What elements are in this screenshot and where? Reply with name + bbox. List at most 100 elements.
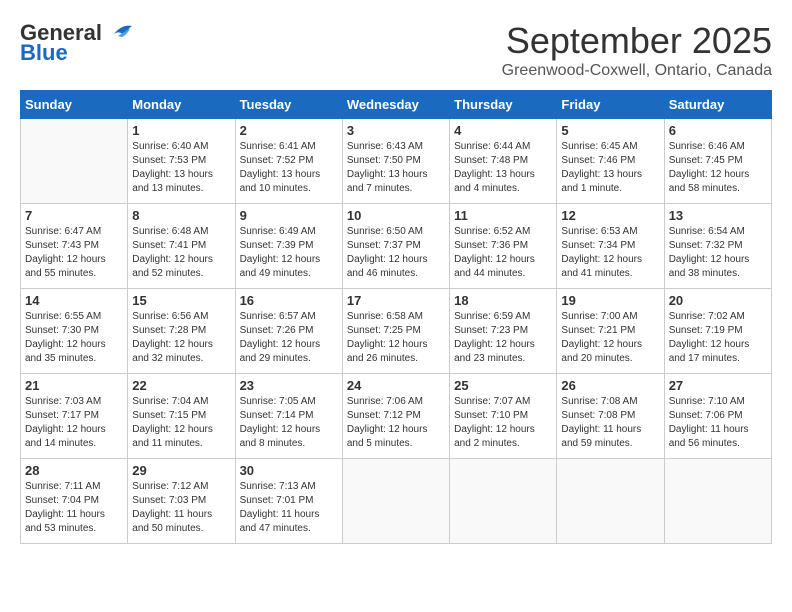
calendar-cell: 28 Sunrise: 7:11 AM Sunset: 7:04 PM Dayli… <box>21 459 128 544</box>
day-info: Sunrise: 7:08 AM Sunset: 7:08 PM Dayligh… <box>561 395 659 451</box>
day-info: Sunrise: 7:02 AM Sunset: 7:19 PM Dayligh… <box>669 310 767 366</box>
calendar-cell: 4 Sunrise: 6:44 AM Sunset: 7:48 PM Daylig… <box>450 119 557 204</box>
day-number: 5 <box>561 123 659 138</box>
day-number: 4 <box>454 123 552 138</box>
day-number: 28 <box>25 463 123 478</box>
weekday-header-saturday: Saturday <box>664 91 771 119</box>
day-info: Sunrise: 6:55 AM Sunset: 7:30 PM Dayligh… <box>25 310 123 366</box>
day-info: Sunrise: 6:52 AM Sunset: 7:36 PM Dayligh… <box>454 225 552 281</box>
day-info: Sunrise: 7:05 AM Sunset: 7:14 PM Dayligh… <box>240 395 338 451</box>
day-number: 22 <box>132 378 230 393</box>
day-number: 11 <box>454 208 552 223</box>
day-number: 10 <box>347 208 445 223</box>
calendar-cell: 7 Sunrise: 6:47 AM Sunset: 7:43 PM Daylig… <box>21 204 128 289</box>
calendar-cell: 21 Sunrise: 7:03 AM Sunset: 7:17 PM Dayli… <box>21 374 128 459</box>
calendar-cell: 11 Sunrise: 6:52 AM Sunset: 7:36 PM Dayli… <box>450 204 557 289</box>
week-row-4: 28 Sunrise: 7:11 AM Sunset: 7:04 PM Dayli… <box>21 459 772 544</box>
calendar-cell: 22 Sunrise: 7:04 AM Sunset: 7:15 PM Dayli… <box>128 374 235 459</box>
day-number: 12 <box>561 208 659 223</box>
day-info: Sunrise: 7:13 AM Sunset: 7:01 PM Dayligh… <box>240 480 338 536</box>
day-number: 18 <box>454 293 552 308</box>
day-info: Sunrise: 6:53 AM Sunset: 7:34 PM Dayligh… <box>561 225 659 281</box>
day-number: 16 <box>240 293 338 308</box>
week-row-3: 21 Sunrise: 7:03 AM Sunset: 7:17 PM Dayli… <box>21 374 772 459</box>
day-info: Sunrise: 6:50 AM Sunset: 7:37 PM Dayligh… <box>347 225 445 281</box>
calendar-table: SundayMondayTuesdayWednesdayThursdayFrid… <box>20 90 772 544</box>
weekday-header-wednesday: Wednesday <box>342 91 449 119</box>
calendar-cell: 13Sunrise: 6:54 AM Sunset: 7:32 PM Dayli… <box>664 204 771 289</box>
day-info: Sunrise: 6:48 AM Sunset: 7:41 PM Dayligh… <box>132 225 230 281</box>
day-info: Sunrise: 7:07 AM Sunset: 7:10 PM Dayligh… <box>454 395 552 451</box>
day-info: Sunrise: 6:57 AM Sunset: 7:26 PM Dayligh… <box>240 310 338 366</box>
calendar-cell: 9Sunrise: 6:49 AM Sunset: 7:39 PM Daylig… <box>235 204 342 289</box>
calendar-cell <box>664 459 771 544</box>
day-number: 17 <box>347 293 445 308</box>
calendar-cell: 20 Sunrise: 7:02 AM Sunset: 7:19 PM Dayli… <box>664 289 771 374</box>
logo: General Blue <box>20 20 136 66</box>
day-info: Sunrise: 7:06 AM Sunset: 7:12 PM Dayligh… <box>347 395 445 451</box>
calendar-cell: 19 Sunrise: 7:00 AM Sunset: 7:21 PM Dayli… <box>557 289 664 374</box>
day-number: 20 <box>669 293 767 308</box>
day-info: Sunrise: 6:49 AM Sunset: 7:39 PM Dayligh… <box>240 225 338 281</box>
calendar-cell: 8Sunrise: 6:48 AM Sunset: 7:41 PM Daylig… <box>128 204 235 289</box>
day-number: 26 <box>561 378 659 393</box>
weekday-header-monday: Monday <box>128 91 235 119</box>
day-info: Sunrise: 6:47 AM Sunset: 7:43 PM Dayligh… <box>25 225 123 281</box>
day-info: Sunrise: 7:10 AM Sunset: 7:06 PM Dayligh… <box>669 395 767 451</box>
calendar-cell: 10 Sunrise: 6:50 AM Sunset: 7:37 PM Dayli… <box>342 204 449 289</box>
day-info: Sunrise: 6:44 AM Sunset: 7:48 PM Dayligh… <box>454 140 552 196</box>
calendar-cell: 27 Sunrise: 7:10 AM Sunset: 7:06 PM Dayli… <box>664 374 771 459</box>
weekday-header-sunday: Sunday <box>21 91 128 119</box>
day-info: Sunrise: 7:12 AM Sunset: 7:03 PM Dayligh… <box>132 480 230 536</box>
day-number: 29 <box>132 463 230 478</box>
calendar-cell: 24Sunrise: 7:06 AM Sunset: 7:12 PM Dayli… <box>342 374 449 459</box>
calendar-cell <box>450 459 557 544</box>
day-number: 2 <box>240 123 338 138</box>
day-info: Sunrise: 6:58 AM Sunset: 7:25 PM Dayligh… <box>347 310 445 366</box>
day-number: 6 <box>669 123 767 138</box>
calendar-cell: 14 Sunrise: 6:55 AM Sunset: 7:30 PM Dayli… <box>21 289 128 374</box>
month-title: September 2025 <box>502 20 772 62</box>
weekday-header-friday: Friday <box>557 91 664 119</box>
day-number: 21 <box>25 378 123 393</box>
week-row-0: 1 Sunrise: 6:40 AM Sunset: 7:53 PM Daylig… <box>21 119 772 204</box>
calendar-cell: 18 Sunrise: 6:59 AM Sunset: 7:23 PM Dayli… <box>450 289 557 374</box>
weekday-header-row: SundayMondayTuesdayWednesdayThursdayFrid… <box>21 91 772 119</box>
day-info: Sunrise: 6:56 AM Sunset: 7:28 PM Dayligh… <box>132 310 230 366</box>
day-info: Sunrise: 6:40 AM Sunset: 7:53 PM Dayligh… <box>132 140 230 196</box>
day-info: Sunrise: 6:41 AM Sunset: 7:52 PM Dayligh… <box>240 140 338 196</box>
calendar-cell: 15Sunrise: 6:56 AM Sunset: 7:28 PM Dayli… <box>128 289 235 374</box>
day-info: Sunrise: 7:00 AM Sunset: 7:21 PM Dayligh… <box>561 310 659 366</box>
calendar-cell: 25 Sunrise: 7:07 AM Sunset: 7:10 PM Dayli… <box>450 374 557 459</box>
week-row-2: 14 Sunrise: 6:55 AM Sunset: 7:30 PM Dayli… <box>21 289 772 374</box>
calendar-cell <box>557 459 664 544</box>
day-info: Sunrise: 7:03 AM Sunset: 7:17 PM Dayligh… <box>25 395 123 451</box>
day-number: 25 <box>454 378 552 393</box>
calendar-cell: 12 Sunrise: 6:53 AM Sunset: 7:34 PM Dayli… <box>557 204 664 289</box>
day-info: Sunrise: 6:59 AM Sunset: 7:23 PM Dayligh… <box>454 310 552 366</box>
location-subtitle: Greenwood-Coxwell, Ontario, Canada <box>502 62 772 80</box>
day-number: 1 <box>132 123 230 138</box>
calendar-cell: 17 Sunrise: 6:58 AM Sunset: 7:25 PM Dayli… <box>342 289 449 374</box>
calendar-cell: 2 Sunrise: 6:41 AM Sunset: 7:52 PM Daylig… <box>235 119 342 204</box>
day-number: 27 <box>669 378 767 393</box>
day-info: Sunrise: 6:43 AM Sunset: 7:50 PM Dayligh… <box>347 140 445 196</box>
week-row-1: 7 Sunrise: 6:47 AM Sunset: 7:43 PM Daylig… <box>21 204 772 289</box>
calendar-cell: 29 Sunrise: 7:12 AM Sunset: 7:03 PM Dayli… <box>128 459 235 544</box>
day-info: Sunrise: 6:54 AM Sunset: 7:32 PM Dayligh… <box>669 225 767 281</box>
logo-bird-icon <box>104 22 136 44</box>
calendar-cell: 3Sunrise: 6:43 AM Sunset: 7:50 PM Daylig… <box>342 119 449 204</box>
calendar-cell: 23 Sunrise: 7:05 AM Sunset: 7:14 PM Dayli… <box>235 374 342 459</box>
day-number: 14 <box>25 293 123 308</box>
calendar-cell: 1 Sunrise: 6:40 AM Sunset: 7:53 PM Daylig… <box>128 119 235 204</box>
weekday-header-tuesday: Tuesday <box>235 91 342 119</box>
calendar-cell: 16 Sunrise: 6:57 AM Sunset: 7:26 PM Dayli… <box>235 289 342 374</box>
calendar-cell <box>342 459 449 544</box>
day-info: Sunrise: 7:11 AM Sunset: 7:04 PM Dayligh… <box>25 480 123 536</box>
day-info: Sunrise: 6:45 AM Sunset: 7:46 PM Dayligh… <box>561 140 659 196</box>
day-number: 19 <box>561 293 659 308</box>
calendar-cell <box>21 119 128 204</box>
day-number: 7 <box>25 208 123 223</box>
day-info: Sunrise: 7:04 AM Sunset: 7:15 PM Dayligh… <box>132 395 230 451</box>
day-number: 23 <box>240 378 338 393</box>
